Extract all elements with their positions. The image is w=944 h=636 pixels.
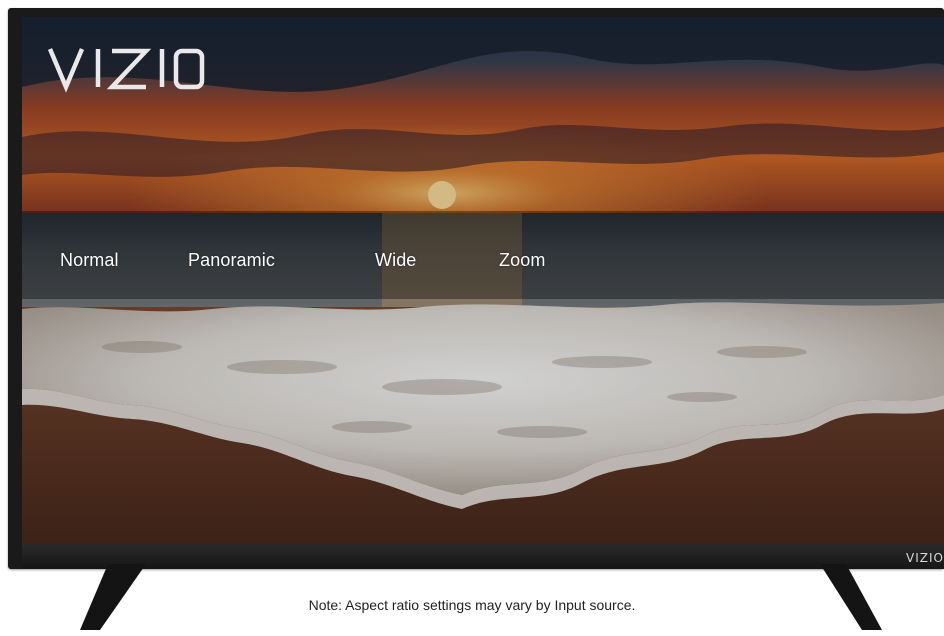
aspect-option-wide[interactable]: Wide xyxy=(375,247,416,273)
aspect-option-normal[interactable]: Normal xyxy=(60,247,119,273)
tv-bezel: Normal Panoramic Wide Zoom VIZIO xyxy=(8,8,944,569)
tv-screen: Normal Panoramic Wide Zoom xyxy=(22,17,944,544)
aspect-ratio-note: Note: Aspect ratio settings may vary by … xyxy=(308,597,636,613)
vizio-screen-logo xyxy=(46,43,206,95)
aspect-option-zoom[interactable]: Zoom xyxy=(499,247,545,273)
vizio-logo-icon xyxy=(47,48,205,93)
aspect-option-panoramic[interactable]: Panoramic xyxy=(188,247,275,273)
product-image: Normal Panoramic Wide Zoom VIZIO Note: A… xyxy=(0,0,944,636)
aspect-ratio-menu: Normal Panoramic Wide Zoom xyxy=(22,211,944,299)
